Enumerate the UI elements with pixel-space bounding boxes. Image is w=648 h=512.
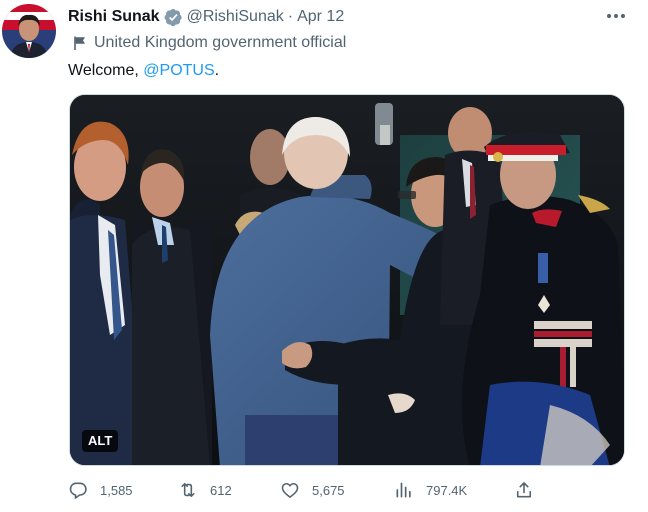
affiliation-text: United Kingdom government official [94, 34, 347, 51]
retweet-count: 612 [210, 482, 232, 498]
tweet-text-prefix: Welcome, [68, 62, 144, 79]
retweet-icon [181, 482, 195, 498]
more-dot [614, 14, 618, 18]
like-count: 5,675 [312, 482, 345, 498]
separator-dot: · [287, 8, 294, 25]
reply-icon [69, 482, 87, 500]
alt-text-badge[interactable]: ALT [82, 430, 119, 452]
reply-button[interactable]: 1,585 [68, 478, 133, 502]
tweet: Rishi Sunak @RishiSunak · Apr 12 United … [0, 0, 648, 512]
mention-link[interactable]: @POTUS [143, 62, 214, 79]
affiliation-label: United Kingdom government official [72, 32, 346, 54]
tweet-text-suffix: . [214, 62, 220, 79]
tweet-text: Welcome, @POTUS. [68, 60, 219, 82]
tweet-header: Rishi Sunak @RishiSunak · Apr 12 [68, 6, 344, 28]
views-chart-icon [396, 482, 411, 498]
more-dot [621, 14, 625, 18]
like-button[interactable]: 5,675 [280, 478, 345, 502]
view-count: 797.4K [426, 482, 468, 498]
retweet-button[interactable]: 612 [178, 478, 232, 502]
verified-badge-icon [164, 8, 183, 27]
share-icon [516, 482, 532, 498]
flag-icon [74, 36, 85, 50]
share-button[interactable] [514, 478, 546, 502]
reply-count: 1,585 [100, 482, 133, 498]
author-handle[interactable]: @RishiSunak [187, 8, 284, 26]
heart-icon [281, 482, 299, 498]
more-dots-icon[interactable] [604, 8, 628, 24]
author-name[interactable]: Rishi Sunak [68, 8, 160, 26]
avatar[interactable] [2, 4, 56, 58]
tweet-date[interactable]: Apr 12 [297, 8, 344, 26]
action-bar: 1,585 612 5,675 797.4K [68, 478, 548, 502]
views-button[interactable]: 797.4K [394, 478, 467, 502]
tweet-photo[interactable] [69, 94, 625, 466]
more-dot [607, 14, 611, 18]
